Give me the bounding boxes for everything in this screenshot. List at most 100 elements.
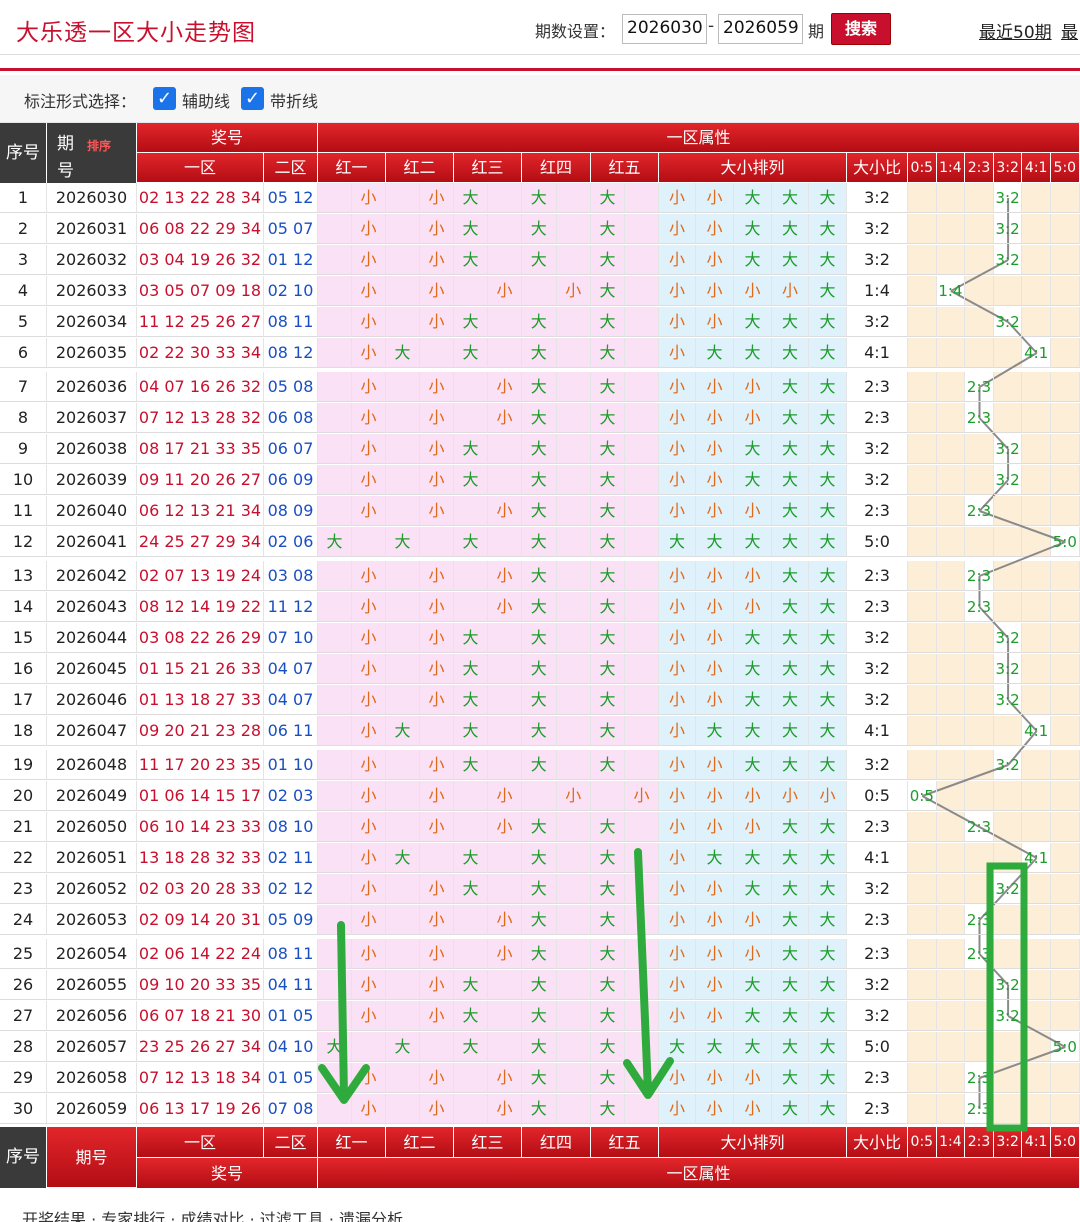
red3-big-cell: 大 <box>454 874 488 904</box>
red4-small-cell <box>556 685 591 715</box>
ratio-chart-cell <box>1051 592 1080 622</box>
red1-small-cell: 小 <box>352 561 386 591</box>
ratio-chart-cell: 2:3 <box>965 403 994 433</box>
ratio-chart-cell: 2:3 <box>965 905 994 935</box>
red1-big-cell <box>318 276 352 306</box>
ratio-chart-cell <box>908 338 937 368</box>
size-seq-cell: 大 <box>772 812 809 842</box>
red5-big-cell: 大 <box>591 496 625 526</box>
ratio-chart-cell <box>993 1032 1023 1062</box>
ratio-col-footer-3: 3:2 <box>993 1127 1023 1158</box>
ratio-chart-cell <box>1051 905 1080 935</box>
row-zone1: 24 25 27 29 34 <box>137 527 264 557</box>
row-zone1: 08 17 21 33 35 <box>137 434 264 464</box>
red5-small-cell <box>625 245 659 275</box>
size-seq-cell: 大 <box>809 372 847 402</box>
red3-small-cell: 小 <box>488 1094 522 1124</box>
size-seq-cell: 大 <box>772 939 809 969</box>
row-seq: 17 <box>0 685 47 715</box>
red5-small-cell <box>625 874 659 904</box>
red4-big-cell: 大 <box>522 970 557 1000</box>
row-period: 2026057 <box>47 1032 137 1062</box>
ratio-chart-cell <box>993 527 1023 557</box>
red1-big-cell <box>318 372 352 402</box>
red3-big-cell: 大 <box>454 843 488 873</box>
red1-big-cell <box>318 781 352 811</box>
ratio-chart-cell <box>936 654 966 684</box>
red4-small-cell <box>556 561 591 591</box>
row-zone2: 02 10 <box>264 276 318 306</box>
red1-small-cell: 小 <box>352 245 386 275</box>
attr-header: 一区属性 <box>318 123 1080 153</box>
red1-big-cell <box>318 338 352 368</box>
row-zone2: 02 12 <box>264 874 318 904</box>
row-zone1: 07 12 13 28 32 <box>137 403 264 433</box>
red1-big-cell <box>318 750 352 780</box>
ratio-chart-cell <box>993 1094 1023 1124</box>
size-seq-cell: 大 <box>809 812 847 842</box>
red2-big-cell <box>386 623 420 653</box>
ratio-chart-cell <box>1051 1094 1080 1124</box>
footer-links[interactable]: 开奖结果 · 专家排行 · 成绩对比 · 过滤工具 · 遗漏分析 <box>0 1192 1080 1222</box>
ratio-chart-cell <box>1051 874 1080 904</box>
ratio-chart-cell <box>993 905 1023 935</box>
red3-big-cell: 大 <box>454 338 488 368</box>
ratio-chart-cell <box>1051 214 1080 244</box>
ratio-chart-cell <box>908 592 937 622</box>
ratio-chart-cell <box>908 465 937 495</box>
row-period: 2026039 <box>47 465 137 495</box>
red3-big-cell: 大 <box>454 245 488 275</box>
ratio-chart-cell <box>908 685 937 715</box>
ratio-chart-cell <box>908 245 937 275</box>
red5-big-cell: 大 <box>591 1063 625 1093</box>
row-ratio: 3:2 <box>847 750 908 780</box>
ratio-chart-cell <box>1022 372 1051 402</box>
red2-big-cell <box>386 970 420 1000</box>
ratio-chart-cell <box>965 276 994 306</box>
size-seq-cell: 小 <box>696 276 734 306</box>
red3-small-cell: 小 <box>488 496 522 526</box>
size-seq-cell: 小 <box>734 496 772 526</box>
ratio-chart-cell <box>1022 654 1051 684</box>
ratio-chart-cell <box>1022 685 1051 715</box>
red5-small-cell <box>625 623 659 653</box>
row-period: 2026036 <box>47 372 137 402</box>
red3-big-cell <box>454 372 488 402</box>
size-seq-cell: 小 <box>696 874 734 904</box>
ratio-chart-cell <box>993 372 1023 402</box>
row-period: 2026041 <box>47 527 137 557</box>
size-seq-cell: 大 <box>809 1032 847 1062</box>
red1-small-cell: 小 <box>352 1063 386 1093</box>
ratio-chart-cell <box>1051 403 1080 433</box>
size-seq-cell: 小 <box>659 592 696 622</box>
ratio-chart-cell: 3:2 <box>993 970 1023 1000</box>
red1-big-cell <box>318 716 352 746</box>
red1-small-cell: 小 <box>352 623 386 653</box>
red1-small-cell: 小 <box>352 307 386 337</box>
ratio-chart-cell <box>993 812 1023 842</box>
size-seq-cell: 小 <box>696 685 734 715</box>
row-zone1: 06 12 13 21 34 <box>137 496 264 526</box>
size-seq-cell: 大 <box>772 685 809 715</box>
ratio-chart-cell: 3:2 <box>993 874 1023 904</box>
period-footer: 期号 <box>47 1127 137 1188</box>
row-zone1: 06 13 17 19 26 <box>137 1094 264 1124</box>
row-zone2: 06 09 <box>264 465 318 495</box>
row-period: 2026055 <box>47 970 137 1000</box>
size-seq-cell: 小 <box>696 781 734 811</box>
ratio-col-5: 5:0 <box>1051 153 1080 183</box>
row-seq: 22 <box>0 843 47 873</box>
row-zone1: 06 08 22 29 34 <box>137 214 264 244</box>
size-seq-cell: 小 <box>659 750 696 780</box>
ratio-chart-cell <box>936 496 966 526</box>
sort-button[interactable]: 排序 <box>87 137 111 154</box>
ratio-chart-cell: 3:2 <box>993 685 1023 715</box>
ratio-chart-cell <box>965 527 994 557</box>
size-seq-cell: 小 <box>772 276 809 306</box>
row-zone1: 02 06 14 22 24 <box>137 939 264 969</box>
size-seq-cell: 大 <box>696 527 734 557</box>
red1-big-cell <box>318 685 352 715</box>
ratio-chart-cell <box>936 874 966 904</box>
size-seq-cell: 大 <box>772 1032 809 1062</box>
red5-small-cell <box>625 561 659 591</box>
